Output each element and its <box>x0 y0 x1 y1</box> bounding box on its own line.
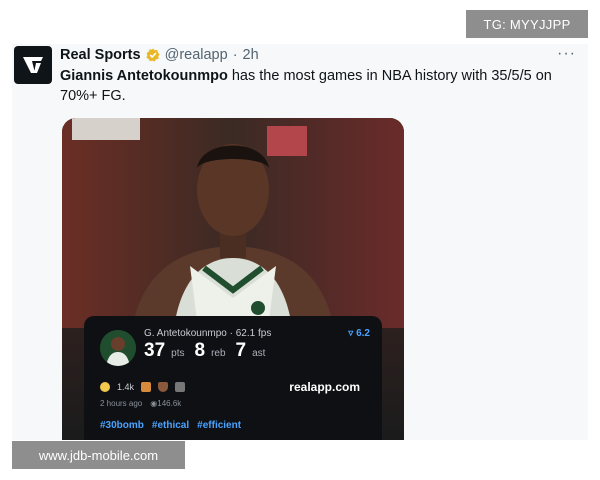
tweet-header: Real Sports @realapp · 2h ··· <box>60 45 580 65</box>
tweet-card[interactable]: Real Sports @realapp · 2h ··· Giannis An… <box>12 44 588 440</box>
posted-time: 2 hours ago <box>100 399 143 408</box>
reaction-emoji-icon <box>175 382 186 392</box>
author-name[interactable]: Real Sports <box>60 47 141 63</box>
card-meta: 2 hours ago ◉146.6k <box>100 399 181 408</box>
reaction-count: 1.4k <box>117 382 135 392</box>
tweet-time[interactable]: 2h <box>243 47 259 63</box>
player-avatar <box>100 330 136 366</box>
watermark-bottom: www.jdb-mobile.com <box>12 441 185 469</box>
verified-badge-icon <box>145 48 160 62</box>
stat-line: 37 pts 8 reb 7 ast <box>144 340 269 362</box>
card-player-name: G. Antetokounmpo · 62.1 fps <box>144 328 272 339</box>
assists-value: 7 <box>235 340 247 361</box>
hashtag-ethical[interactable]: #ethical <box>152 420 189 431</box>
rebounds-unit: reb <box>211 348 226 359</box>
card-fps: · 62.1 fps <box>229 328 272 339</box>
smile-emoji-icon <box>100 382 110 392</box>
goat-emoji-icon <box>141 382 152 392</box>
stat-card: G. Antetokounmpo · 62.1 fps ▿ 6.2 37 pts … <box>84 316 382 440</box>
player-photo <box>62 118 404 328</box>
mentioned-player: Giannis Antetokounmpo <box>60 68 228 84</box>
poop-emoji-icon <box>158 382 169 392</box>
real-sports-logo-icon <box>23 57 43 73</box>
more-options-icon[interactable]: ··· <box>557 45 576 63</box>
realapp-domain[interactable]: realapp.com <box>289 380 360 394</box>
real-sports-avatar[interactable] <box>14 46 52 84</box>
points-value: 37 <box>144 340 166 361</box>
points-unit: pts <box>171 348 185 359</box>
hashtags: #30bomb #ethical #efficient <box>100 420 241 431</box>
tweet-media[interactable]: G. Antetokounmpo · 62.1 fps ▿ 6.2 37 pts … <box>62 118 404 440</box>
tweet-text: Giannis Antetokounmpo has the most games… <box>60 66 580 106</box>
assists-unit: ast <box>252 348 266 359</box>
hashtag-30bomb[interactable]: #30bomb <box>100 420 144 431</box>
reactions-row[interactable]: 1.4k <box>100 382 186 392</box>
hashtag-efficient[interactable]: #efficient <box>197 420 241 431</box>
separator-dot: · <box>232 47 238 63</box>
rebounds-value: 8 <box>194 340 206 361</box>
author-handle[interactable]: @realapp <box>165 47 228 63</box>
view-count: ◉146.6k <box>150 399 182 408</box>
card-rating: ▿ 6.2 <box>348 328 370 339</box>
screenshot: TG: MYYJJPP Real Sports @realapp · 2h ··… <box>0 0 600 480</box>
watermark-top: TG: MYYJJPP <box>466 10 588 38</box>
